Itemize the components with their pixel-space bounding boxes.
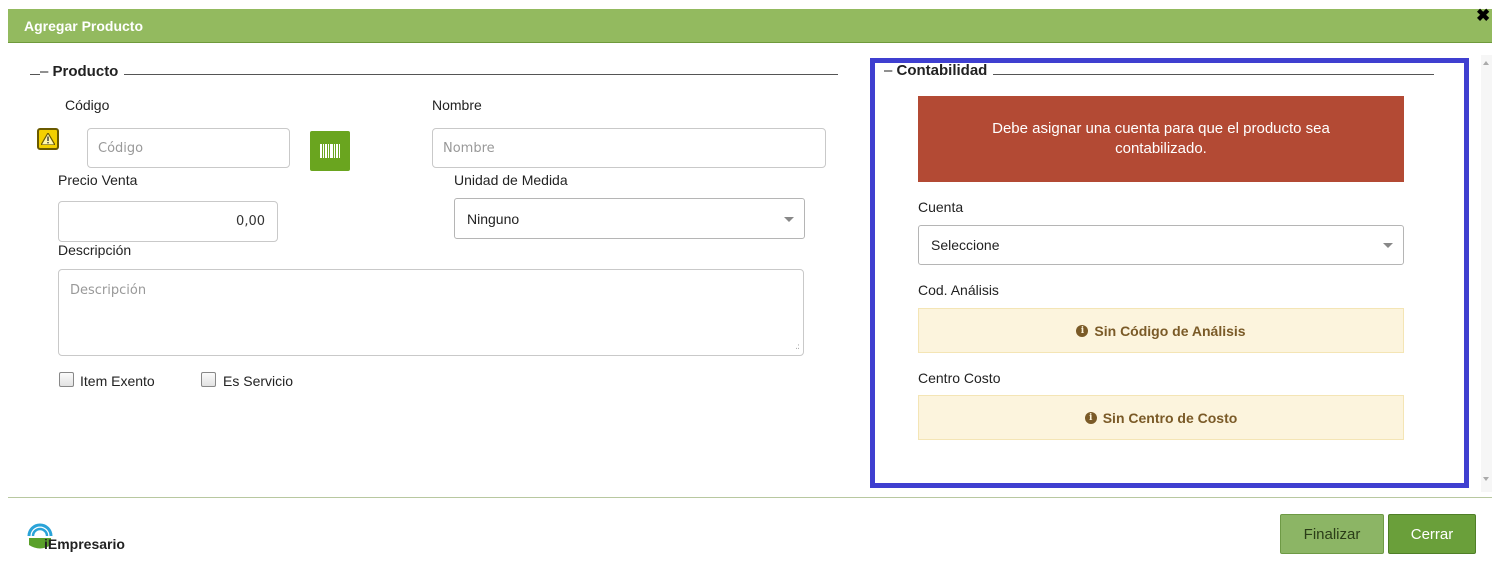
codigo-input[interactable]: Código: [87, 128, 290, 168]
es-servicio-checkbox[interactable]: [201, 372, 216, 387]
descripcion-label: Descripción: [58, 242, 132, 258]
finalizar-button[interactable]: Finalizar: [1280, 514, 1384, 554]
producto-legend: – Producto: [40, 63, 125, 80]
resize-grip-icon[interactable]: .:: [795, 342, 800, 352]
precio-venta-label: Precio Venta: [58, 172, 138, 188]
contabilidad-highlight-box: [870, 58, 1469, 488]
producto-legend-line: [30, 74, 838, 75]
warning-icon: [37, 128, 59, 150]
unidad-medida-value: Ninguno: [467, 210, 520, 227]
dropdown-caret-icon: [784, 216, 794, 222]
barcode-button[interactable]: [310, 131, 350, 171]
es-servicio-label[interactable]: Es Servicio: [223, 373, 293, 389]
app-logo: iEmpresario: [26, 518, 125, 552]
cerrar-button[interactable]: Cerrar: [1388, 514, 1476, 554]
barcode-icon: [320, 144, 340, 158]
precio-venta-value: 0,00: [236, 214, 265, 229]
unidad-medida-label: Unidad de Medida: [454, 172, 568, 188]
dialog-title: Agregar Producto: [24, 18, 144, 34]
dialog-scrollbar[interactable]: [1481, 55, 1492, 492]
footer-divider: [8, 497, 1492, 498]
descripcion-textarea[interactable]: Descripción .:: [58, 269, 804, 356]
nombre-label: Nombre: [432, 97, 482, 113]
item-exento-checkbox[interactable]: [59, 372, 74, 387]
nombre-input[interactable]: Nombre: [432, 128, 826, 168]
unidad-medida-select[interactable]: Ninguno: [454, 198, 805, 239]
scroll-up-icon[interactable]: [1483, 61, 1489, 65]
descripcion-placeholder: Descripción: [70, 283, 147, 298]
close-icon[interactable]: ✖: [1476, 7, 1490, 25]
nombre-placeholder: Nombre: [443, 140, 495, 156]
item-exento-label[interactable]: Item Exento: [80, 373, 155, 389]
precio-venta-input[interactable]: 0,00: [58, 201, 278, 242]
dialog-titlebar: Agregar Producto: [8, 9, 1492, 43]
codigo-label: Código: [65, 97, 110, 113]
codigo-placeholder: Código: [98, 140, 144, 156]
scroll-down-icon[interactable]: [1483, 477, 1489, 481]
logo-text: iEmpresario: [44, 536, 125, 552]
producto-legend-text: Producto: [52, 63, 119, 80]
